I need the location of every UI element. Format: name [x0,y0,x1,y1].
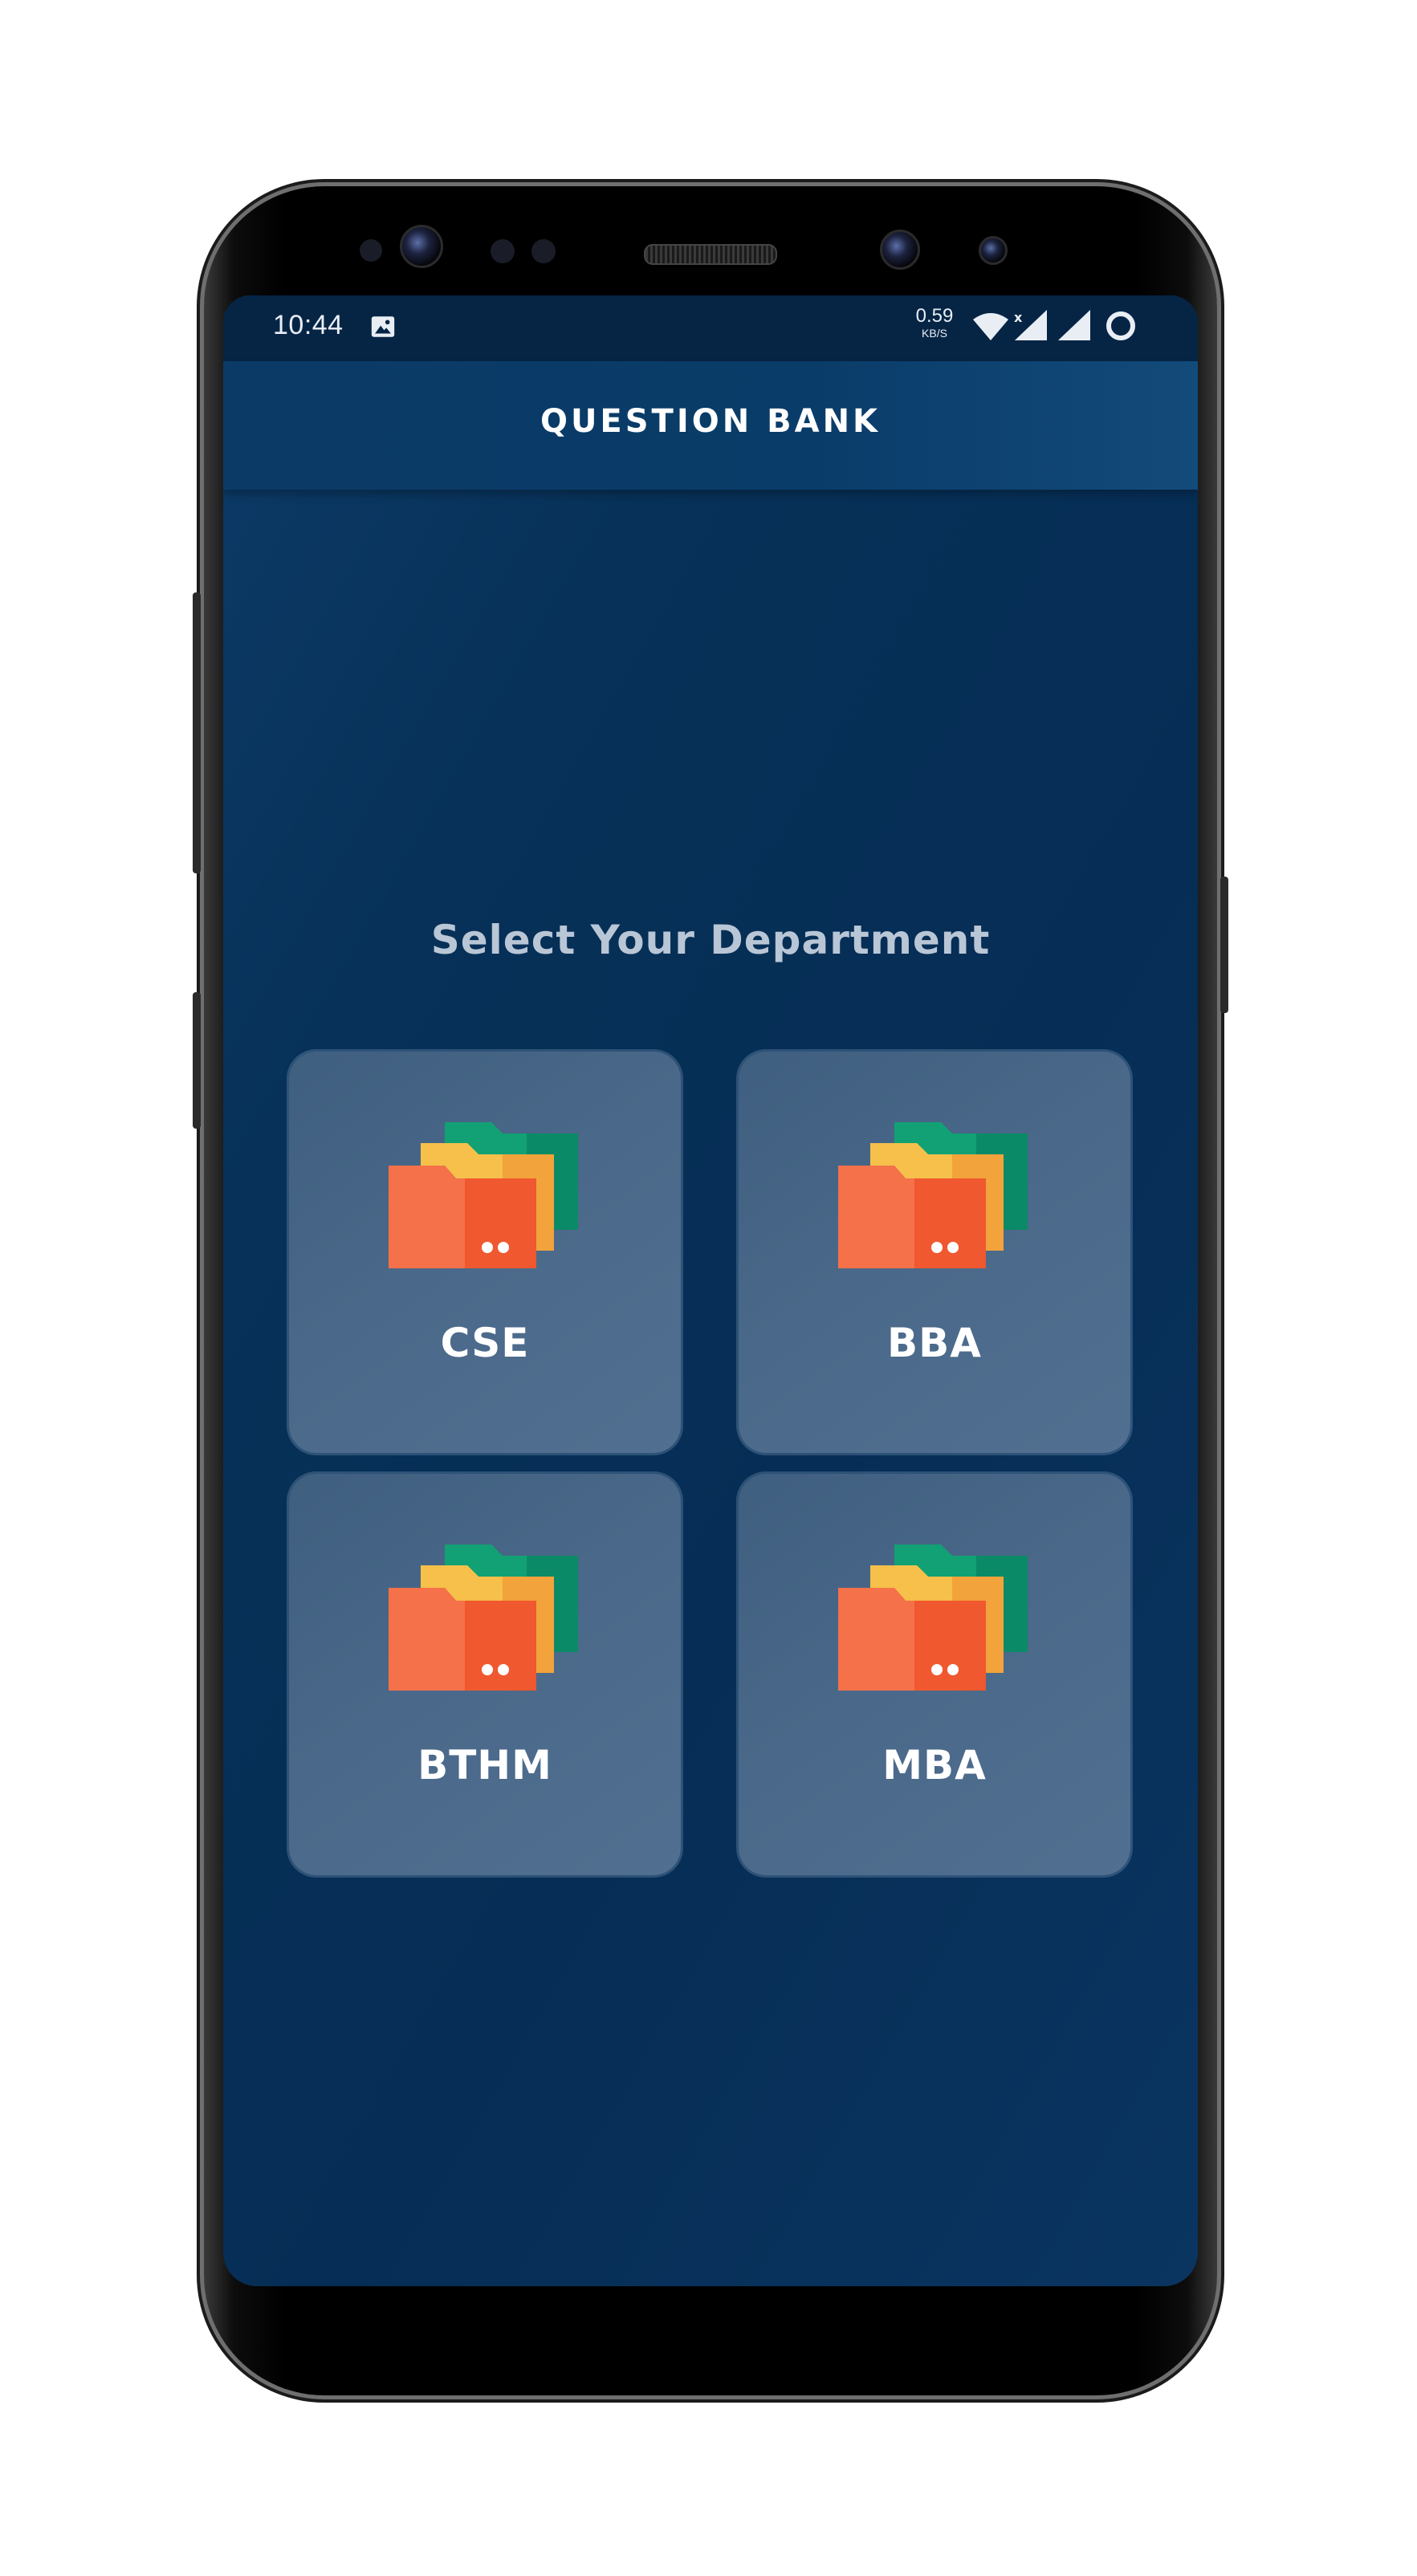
side-button-right [1220,877,1228,1013]
department-card-mba[interactable]: MBA [739,1474,1130,1875]
side-button-left-top [193,592,201,873]
status-bar: 10:44 0.59 KB/S x [223,295,1198,361]
folder-stack-icon [389,1122,578,1268]
signal-icon [1058,310,1090,340]
front-camera [880,230,920,270]
department-heading: Select Your Department [430,917,991,963]
light-sensor-1 [491,239,515,263]
phone-frame: 10:44 0.59 KB/S x QUESTION BANK Select Y… [193,186,1228,2395]
network-speed-unit: KB/S [922,327,947,340]
department-label: BTHM [417,1742,552,1789]
network-speed: 0.59 KB/S [910,305,959,340]
iris-scanner [979,236,1008,265]
folder-stack-icon [838,1122,1028,1268]
wifi-icon [973,313,1008,340]
app-screen: 10:44 0.59 KB/S x QUESTION BANK Select Y… [223,295,1198,2286]
app-title: QUESTION BANK [540,403,882,440]
network-speed-value: 0.59 [915,305,954,327]
side-button-left-bottom [193,992,201,1129]
status-time: 10:44 [273,310,344,340]
image-icon [371,316,395,337]
department-label: MBA [882,1742,987,1789]
folder-stack-icon [838,1544,1028,1691]
sync-ring-icon [1106,311,1135,340]
folder-stack-icon [389,1544,578,1691]
iris-camera [400,225,443,268]
light-sensor-2 [531,239,556,263]
department-card-bba[interactable]: BBA [739,1052,1130,1453]
department-card-cse[interactable]: CSE [289,1052,681,1453]
department-label: BBA [887,1320,982,1366]
department-card-bthm[interactable]: BTHM [289,1474,681,1875]
department-label: CSE [440,1320,530,1366]
status-icon-group: x [973,310,1135,340]
device-stage: 10:44 0.59 KB/S x QUESTION BANK Select Y… [0,0,1417,2576]
app-bar: QUESTION BANK [223,361,1198,490]
earpiece-speaker [644,244,777,265]
proximity-sensor [360,239,382,262]
signal-x-icon: x [1014,310,1047,340]
svg-text:x: x [1014,310,1023,325]
